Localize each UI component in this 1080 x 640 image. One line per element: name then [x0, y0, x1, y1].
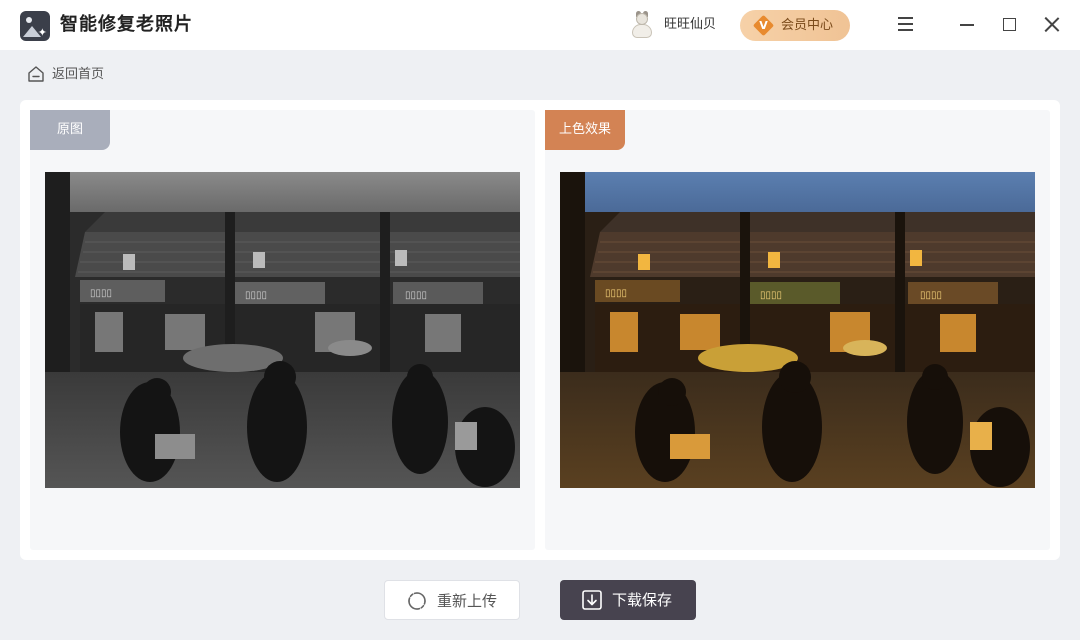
maximize-icon[interactable]: [1003, 18, 1016, 31]
original-photo: ▯▯▯▯ ▯▯▯▯ ▯▯▯▯: [45, 172, 520, 488]
download-save-label: 下载保存: [612, 591, 673, 609]
svg-text:▯▯▯▯: ▯▯▯▯: [405, 290, 427, 301]
svg-text:▯▯▯▯: ▯▯▯▯: [245, 290, 267, 301]
back-home-link[interactable]: 返回首页: [27, 64, 117, 86]
download-save-button[interactable]: 下载保存: [560, 580, 696, 620]
home-icon: [28, 66, 44, 82]
reupload-label: 重新上传: [437, 592, 498, 610]
back-home-label: 返回首页: [52, 67, 105, 82]
app-title: 智能修复老照片: [60, 14, 193, 35]
svg-text:▯▯▯▯: ▯▯▯▯: [605, 288, 627, 299]
download-icon: [582, 590, 602, 610]
username[interactable]: 旺旺仙贝: [664, 16, 716, 34]
colorized-tag: 上色效果: [545, 110, 625, 150]
minimize-icon[interactable]: [960, 24, 974, 26]
close-icon[interactable]: [1043, 16, 1060, 33]
vip-badge-letter: V: [759, 19, 768, 32]
original-tag: 原图: [30, 110, 110, 150]
original-panel: 原图 ▯▯▯▯ ▯▯▯▯ ▯▯▯▯: [30, 110, 535, 550]
vip-badge-icon: V: [752, 14, 775, 37]
title-bar: ✦ 智能修复老照片 旺旺仙贝 V 会员中心: [0, 0, 1080, 50]
vip-center-label: 会员中心: [781, 18, 834, 33]
colorized-panel: 上色效果 ▯▯▯▯ ▯▯▯▯ ▯▯▯▯: [545, 110, 1050, 550]
menu-icon[interactable]: [898, 17, 914, 31]
comparison-card: 原图 ▯▯▯▯ ▯▯▯▯ ▯▯▯▯ 上色效果 ▯▯▯▯ ▯▯▯▯ ▯▯▯▯: [20, 100, 1060, 560]
refresh-icon: [408, 592, 426, 610]
photo-repair-logo-icon: ✦: [20, 11, 50, 41]
reupload-button[interactable]: 重新上传: [384, 580, 520, 620]
svg-text:▯▯▯▯: ▯▯▯▯: [920, 290, 942, 301]
svg-text:▯▯▯▯: ▯▯▯▯: [90, 288, 112, 299]
svg-text:▯▯▯▯: ▯▯▯▯: [760, 290, 782, 301]
cat-avatar-icon[interactable]: [629, 11, 655, 39]
vip-center-button[interactable]: V 会员中心: [740, 10, 850, 41]
colorized-photo: ▯▯▯▯ ▯▯▯▯ ▯▯▯▯: [560, 172, 1035, 488]
